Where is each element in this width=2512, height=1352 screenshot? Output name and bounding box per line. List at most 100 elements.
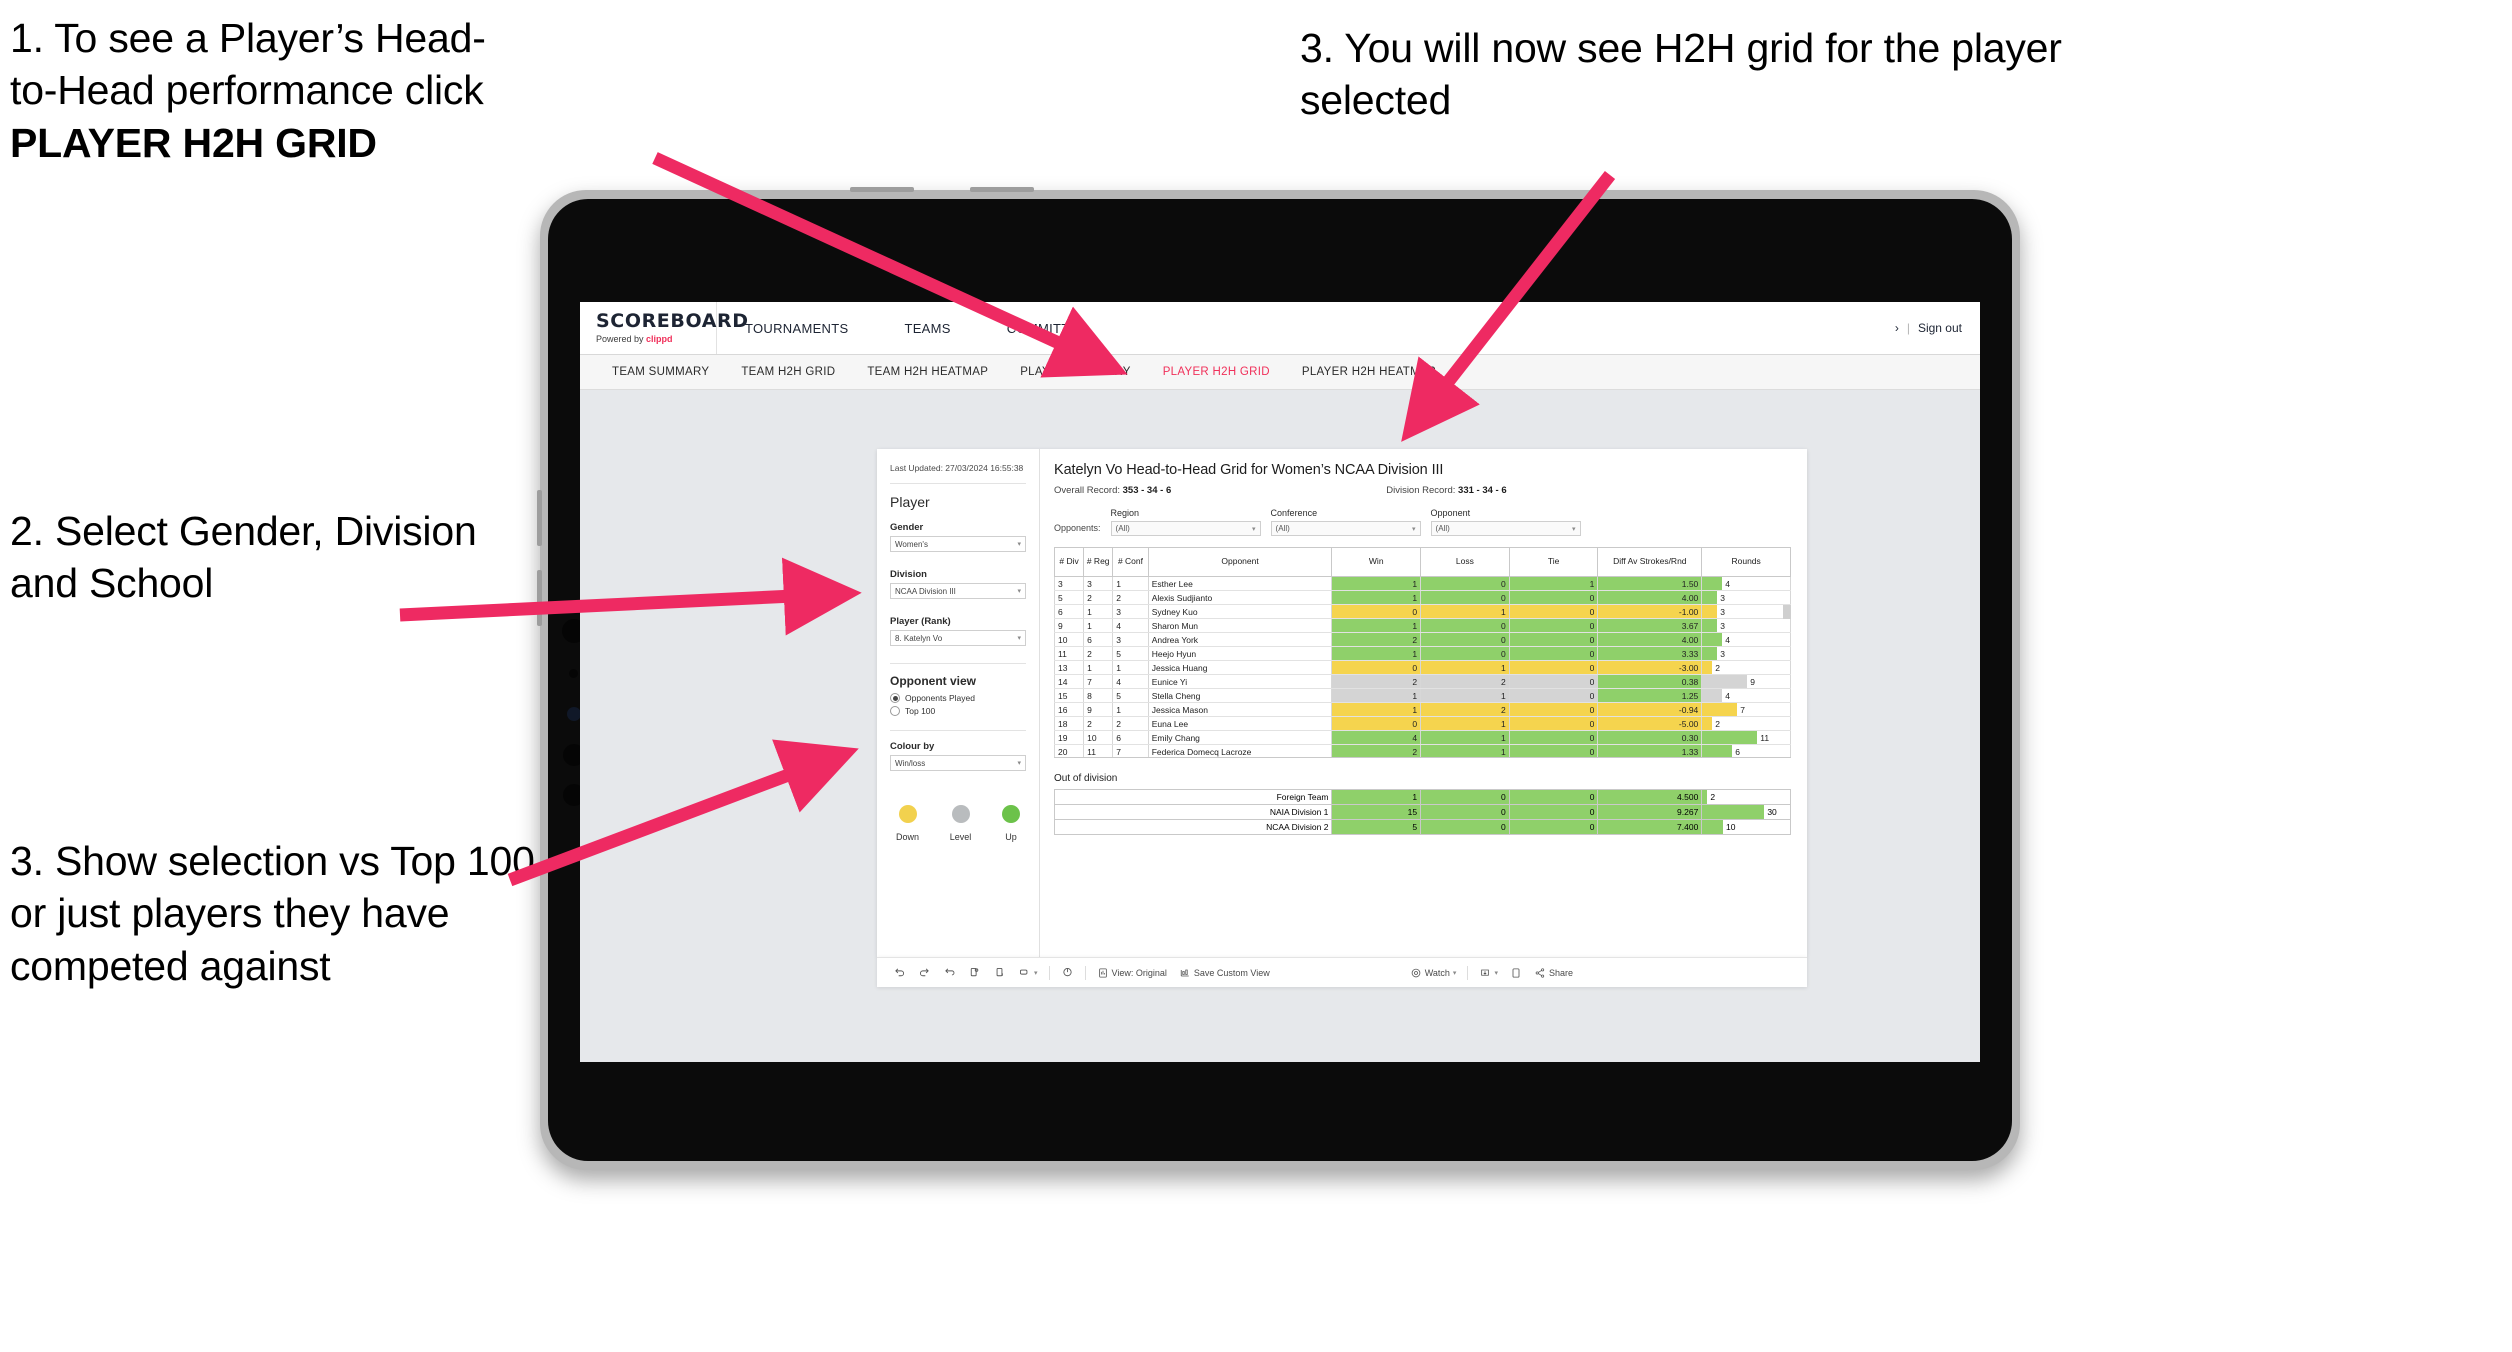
chevron-down-icon: ▾ <box>1017 541 1021 549</box>
refresh-data-icon[interactable] <box>962 966 987 979</box>
ood-cell-name: NAIA Division 1 <box>1053 804 1333 820</box>
table-row[interactable]: 20 11 7 Federica Domecq Lacroze 2 1 0 1.33 6 <box>1054 744 1791 757</box>
cell-tie: 0 <box>1508 618 1599 633</box>
view-original-label: View: Original <box>1111 967 1167 978</box>
division-select[interactable]: NCAA Division III ▾ <box>890 583 1026 600</box>
cell-win: 0 <box>1331 604 1422 619</box>
filter-region-select[interactable]: (All) ▾ <box>1110 521 1261 536</box>
col-win[interactable]: Win <box>1331 547 1422 577</box>
subnav-item-team-summary[interactable]: TEAM SUMMARY <box>596 366 725 378</box>
cell-reg: 1 <box>1083 660 1114 675</box>
out-of-division-row[interactable]: NCAA Division 2 5 0 0 7.400 10 <box>1053 819 1791 835</box>
table-row[interactable]: 13 1 1 Jessica Huang 0 1 0 -3.00 2 <box>1054 660 1791 675</box>
player-rank-value: 8. Katelyn Vo <box>895 633 943 643</box>
pause-updates-icon[interactable] <box>987 966 1012 979</box>
h2h-grid-body-scroll[interactable]: 3 3 1 Esther Lee 1 0 1 1.50 4 5 2 2 Alexis Sudjianto… <box>1054 577 1791 758</box>
save-custom-view-button[interactable]: Save Custom View <box>1173 967 1276 979</box>
cell-loss: 1 <box>1420 730 1510 745</box>
table-row[interactable]: 14 7 4 Eunice Yi 2 2 0 0.38 9 <box>1054 674 1791 689</box>
player-rank-select[interactable]: 8. Katelyn Vo ▾ <box>890 630 1026 647</box>
col-loss[interactable]: Loss <box>1420 547 1510 577</box>
account-chevron-icon[interactable]: › <box>1895 321 1899 335</box>
chevron-down-icon: ▾ <box>1252 525 1256 533</box>
table-row[interactable]: 11 2 5 Heejo Hyun 1 0 0 3.33 3 <box>1054 646 1791 661</box>
subnav-item-player-h2h-grid[interactable]: PLAYER H2H GRID <box>1147 366 1286 378</box>
cell-tie: 0 <box>1508 590 1599 605</box>
table-row[interactable]: 6 1 3 Sydney Kuo 0 1 0 -1.00 3 <box>1054 604 1791 619</box>
subnav-item-player-h2h-heatmap[interactable]: PLAYER H2H HEATMAP <box>1286 366 1452 378</box>
table-row[interactable]: 18 2 2 Euna Lee 0 1 0 -5.00 2 <box>1054 716 1791 731</box>
ood-cell-rounds: 2 <box>1701 789 1791 805</box>
cell-rounds: 4 <box>1701 632 1791 647</box>
out-of-division-row[interactable]: Foreign Team 1 0 0 4.500 2 <box>1053 789 1791 805</box>
subnav-item-player-summary[interactable]: PLAYER SUMMARY <box>1004 366 1147 378</box>
topnav-item-teams[interactable]: TEAMS <box>876 321 978 336</box>
colour-by-select[interactable]: Win/loss ▾ <box>890 755 1026 772</box>
cell-win: 1 <box>1331 577 1422 591</box>
cell-loss: 1 <box>1420 660 1510 675</box>
view-original-button[interactable]: View: Original <box>1091 967 1173 979</box>
download-button[interactable]: ▾ <box>1473 967 1504 979</box>
col-reg[interactable]: # Reg <box>1083 547 1114 577</box>
annotation-1-line-2: to-Head performance click <box>10 67 484 114</box>
col-diff[interactable]: Diff Av Strokes/Rnd <box>1597 547 1703 577</box>
col-div[interactable]: # Div <box>1053 547 1085 577</box>
revert-icon[interactable] <box>937 966 962 979</box>
brand-logo[interactable]: SCOREBOARD Powered by clippd <box>580 302 748 354</box>
highlight-icon[interactable] <box>1055 966 1080 979</box>
cell-rounds: 4 <box>1701 577 1791 591</box>
table-row[interactable]: 15 8 5 Stella Cheng 1 1 0 1.25 4 <box>1054 688 1791 703</box>
watch-button[interactable]: Watch ▾ <box>1404 967 1463 979</box>
cell-win: 1 <box>1331 590 1422 605</box>
cell-loss: 1 <box>1420 744 1510 757</box>
out-of-division-row[interactable]: NAIA Division 1 15 0 0 9.267 30 <box>1053 804 1791 820</box>
topnav-item-committee[interactable]: COMMITTEE <box>979 321 1116 336</box>
cell-opponent: Alexis Sudjianto <box>1147 590 1333 605</box>
ood-cell-win: 5 <box>1331 819 1422 835</box>
sign-out-link[interactable]: Sign out <box>1918 321 1962 335</box>
dashboard-card: Last Updated: 27/03/2024 16:55:38 Player… <box>877 449 1807 957</box>
clippd-name: clippd <box>646 334 673 344</box>
cell-diff: -0.94 <box>1597 702 1703 717</box>
cell-reg: 2 <box>1083 646 1114 661</box>
table-row[interactable]: 19 10 6 Emily Chang 4 1 0 0.30 11 <box>1054 730 1791 745</box>
ood-cell-tie: 0 <box>1508 804 1599 820</box>
cell-diff: -5.00 <box>1597 716 1703 731</box>
topnav-item-tournaments[interactable]: TOURNAMENTS <box>717 321 876 336</box>
table-row[interactable]: 3 3 1 Esther Lee 1 0 1 1.50 4 <box>1054 577 1791 591</box>
radio-top-100[interactable]: Top 100 <box>890 706 1026 717</box>
redo-icon[interactable] <box>912 966 937 979</box>
vertical-scrollbar-thumb[interactable] <box>1783 605 1791 619</box>
table-row[interactable]: 16 9 1 Jessica Mason 1 2 0 -0.94 7 <box>1054 702 1791 717</box>
col-tie[interactable]: Tie <box>1508 547 1599 577</box>
records-row: Overall Record: 353 - 34 - 6 Division Re… <box>1054 485 1791 496</box>
side-button-1[interactable] <box>537 490 542 546</box>
gender-select[interactable]: Women's ▾ <box>890 536 1026 553</box>
table-row[interactable]: 9 1 4 Sharon Mun 1 0 0 3.67 3 <box>1054 618 1791 633</box>
volume-down-button[interactable] <box>970 187 1034 192</box>
subnav-item-team-h2h-heatmap[interactable]: TEAM H2H HEATMAP <box>851 366 1004 378</box>
col-conf[interactable]: # Conf <box>1112 547 1149 577</box>
legend-item-level: Level <box>950 805 971 842</box>
division-value: NCAA Division III <box>895 586 956 596</box>
filter-conference-select[interactable]: (All) ▾ <box>1270 521 1421 536</box>
cell-rounds: 3 <box>1701 646 1791 661</box>
share-button[interactable]: Share <box>1528 967 1579 979</box>
cell-win: 0 <box>1331 660 1422 675</box>
cell-conf: 7 <box>1112 744 1149 757</box>
col-rounds[interactable]: Rounds <box>1701 547 1791 577</box>
fit-dropdown[interactable]: ▾ <box>1012 966 1044 979</box>
cell-conf: 5 <box>1112 688 1149 703</box>
radio-opponents-played[interactable]: Opponents Played <box>890 693 1026 704</box>
cell-diff: 3.67 <box>1597 618 1703 633</box>
col-opponent[interactable]: Opponent <box>1147 547 1333 577</box>
side-button-2[interactable] <box>537 570 542 626</box>
device-preview-icon[interactable] <box>1504 967 1528 979</box>
filter-opponent-select[interactable]: (All) ▾ <box>1430 521 1581 536</box>
subnav-item-team-h2h-grid[interactable]: TEAM H2H GRID <box>725 366 851 378</box>
table-row[interactable]: 10 6 3 Andrea York 2 0 0 4.00 4 <box>1054 632 1791 647</box>
cell-diff: 1.25 <box>1597 688 1703 703</box>
table-row[interactable]: 5 2 2 Alexis Sudjianto 1 0 0 4.00 3 <box>1054 590 1791 605</box>
undo-icon[interactable] <box>887 966 912 979</box>
volume-up-button[interactable] <box>850 187 914 192</box>
